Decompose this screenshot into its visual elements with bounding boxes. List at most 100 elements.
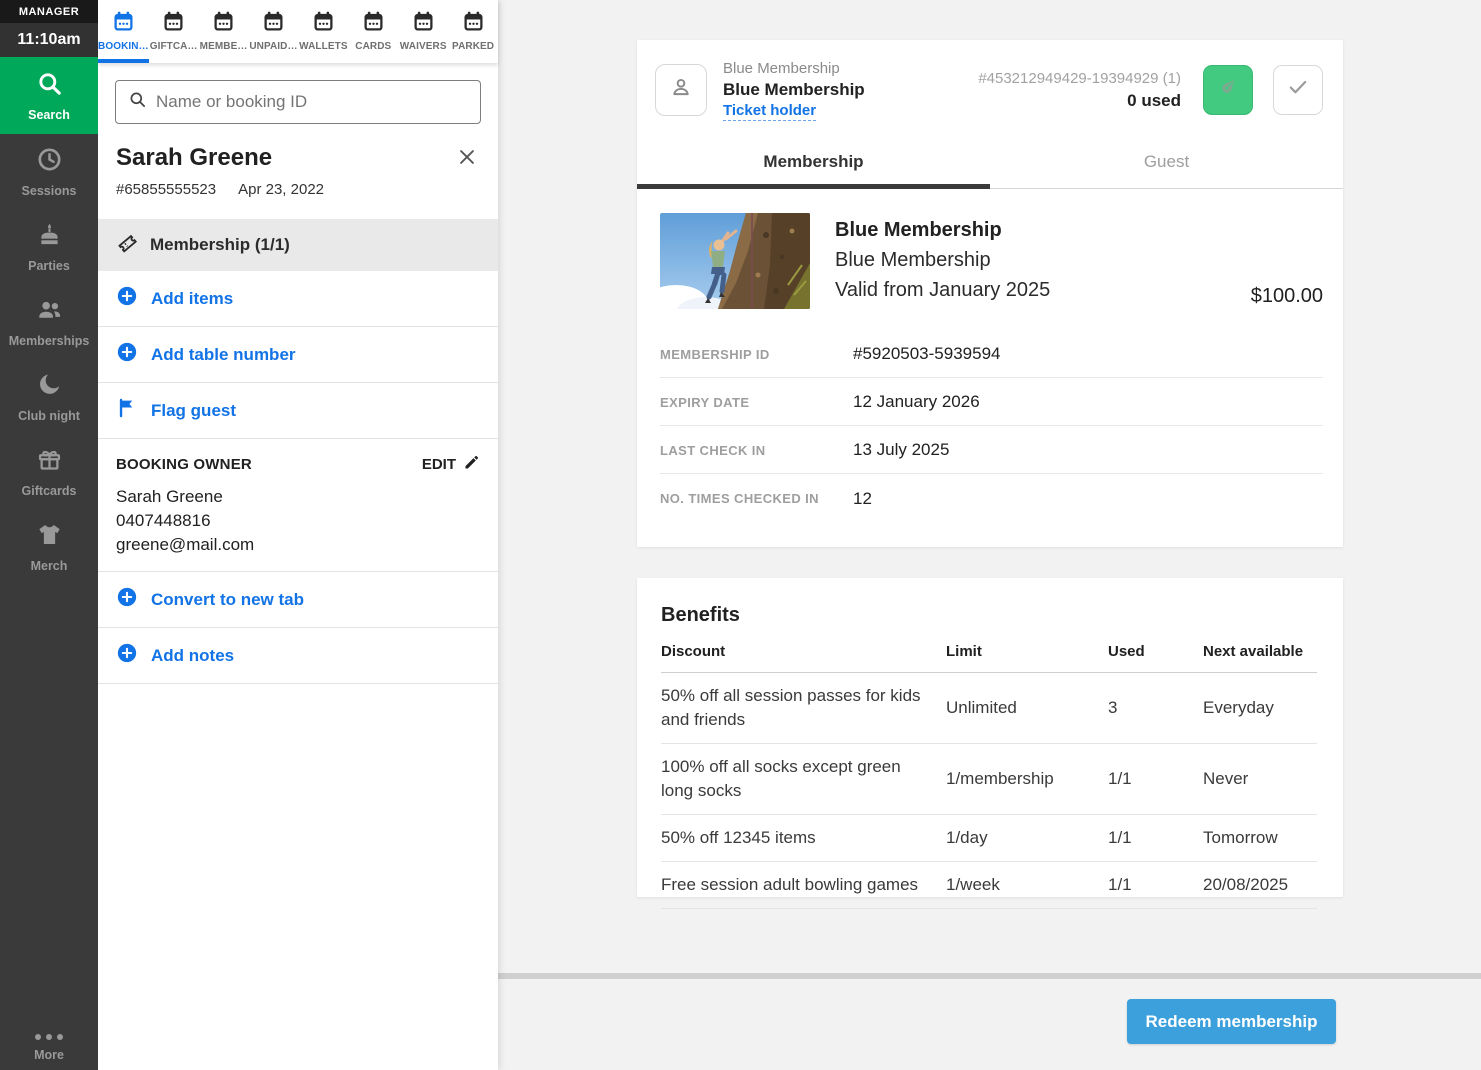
booking-owner-label: BOOKING OWNER — [116, 456, 252, 473]
owner-name: Sarah Greene — [116, 485, 480, 509]
calendar-icon — [463, 11, 484, 37]
calendar-icon — [163, 11, 184, 37]
close-icon[interactable] — [456, 146, 480, 170]
person-icon — [668, 74, 694, 105]
guest-search-field[interactable] — [115, 80, 481, 124]
membership-section-row[interactable]: Membership (1/1) — [98, 219, 498, 271]
convert-to-new-tab-button[interactable]: Convert to new tab — [98, 572, 498, 628]
plus-circle-icon — [116, 285, 138, 312]
tab-memberships[interactable]: MEMBE… — [199, 0, 249, 63]
check-in-button[interactable] — [1273, 65, 1323, 115]
clock-icon — [36, 146, 63, 178]
calendar-icon — [113, 11, 134, 37]
plus-circle-icon — [116, 341, 138, 368]
tab-bookings[interactable]: BOOKIN… — [98, 0, 149, 63]
sidebar: MANAGER 11:10am Search Sessions Parties … — [0, 0, 98, 1070]
sidebar-item-sessions[interactable]: Sessions — [0, 134, 98, 209]
people-icon — [36, 296, 63, 328]
tab-unpaid[interactable]: UNPAID… — [249, 0, 299, 63]
footer-divider — [498, 973, 1481, 979]
booking-date: Apr 23, 2022 — [238, 181, 324, 198]
sidebar-item-label: Merch — [31, 559, 68, 573]
calendar-icon — [313, 11, 334, 37]
sidebar-item-more[interactable]: More — [0, 1034, 98, 1062]
flag-guest-button[interactable]: Flag guest — [98, 383, 498, 439]
ticket-reference: #453212949429-19394929 (1) — [978, 68, 1181, 90]
calendar-icon — [363, 11, 384, 37]
check-icon — [1286, 75, 1310, 104]
detail-row: EXPIRY DATE 12 January 2026 — [660, 378, 1323, 426]
benefits-title: Benefits — [661, 604, 1317, 627]
more-dots-icon — [35, 1034, 63, 1040]
ticket-holder-button[interactable] — [655, 64, 707, 116]
add-notes-button[interactable]: Add notes — [98, 628, 498, 684]
membership-details: MEMBERSHIP ID #5920503-5939594 EXPIRY DA… — [660, 330, 1323, 522]
detail-tabs: Membership Guest — [637, 139, 1343, 189]
benefits-table: Discount Limit Used Next available 50% o… — [661, 643, 1317, 909]
benefits-card: Benefits Discount Limit Used Next availa… — [637, 578, 1343, 897]
flag-icon — [116, 397, 138, 424]
pen-nib-icon — [1216, 75, 1240, 104]
manager-badge: MANAGER — [0, 0, 98, 23]
clock-display: 11:10am — [0, 23, 98, 57]
pencil-icon — [463, 454, 480, 475]
tshirt-icon — [36, 521, 63, 553]
plus-circle-icon — [116, 586, 138, 613]
sidebar-item-label: Memberships — [9, 334, 90, 348]
ticket-card: Blue Membership Blue Membership Ticket h… — [637, 40, 1343, 547]
sidebar-item-parties[interactable]: Parties — [0, 209, 98, 284]
table-row: 100% off all socks except green long soc… — [661, 744, 1317, 815]
tab-membership[interactable]: Membership — [637, 139, 990, 189]
tab-wallets[interactable]: WALLETS — [298, 0, 348, 63]
sidebar-item-label: Parties — [28, 259, 70, 273]
moon-icon — [36, 371, 63, 403]
edit-owner-button[interactable]: EDIT — [422, 454, 480, 475]
owner-phone: 0407448816 — [116, 509, 480, 533]
membership-price: $100.00 — [1251, 285, 1323, 309]
membership-subtitle: Blue Membership — [835, 245, 1050, 275]
gift-icon — [36, 446, 63, 478]
sidebar-item-merch[interactable]: Merch — [0, 509, 98, 584]
membership-valid-from: Valid from January 2025 — [835, 275, 1050, 305]
cake-icon — [36, 221, 63, 253]
calendar-icon — [263, 11, 284, 37]
tab-parked[interactable]: PARKED — [448, 0, 498, 63]
table-row: 50% off all session passes for kids and … — [661, 673, 1317, 744]
sidebar-item-label: Search — [28, 108, 70, 122]
ticket-icon — [116, 232, 138, 259]
search-icon — [128, 90, 147, 114]
membership-title: Blue Membership — [835, 215, 1050, 245]
tab-guest[interactable]: Guest — [990, 139, 1343, 189]
tab-cards[interactable]: CARDS — [348, 0, 398, 63]
calendar-icon — [213, 11, 234, 37]
table-row: 50% off 12345 items 1/day 1/1 Tomorrow — [661, 815, 1317, 862]
redeem-membership-button[interactable]: Redeem membership — [1127, 999, 1336, 1044]
top-tabbar: BOOKIN… GIFTCA… MEMBE… UNPAID… WALLETS C… — [98, 0, 498, 63]
detail-row: LAST CHECK IN 13 July 2025 — [660, 426, 1323, 474]
tab-waivers[interactable]: WAIVERS — [398, 0, 448, 63]
add-table-number-button[interactable]: Add table number — [98, 327, 498, 383]
sidebar-item-club-night[interactable]: Club night — [0, 359, 98, 434]
membership-section-label: Membership (1/1) — [150, 235, 290, 255]
tab-giftcards[interactable]: GIFTCA… — [149, 0, 199, 63]
sidebar-item-label: Club night — [18, 409, 80, 423]
ticket-holder-link[interactable]: Ticket holder — [723, 101, 816, 121]
membership-photo — [660, 213, 810, 309]
search-input[interactable] — [156, 92, 468, 112]
ticket-name: Blue Membership — [723, 79, 865, 100]
detail-row: MEMBERSHIP ID #5920503-5939594 — [660, 330, 1323, 378]
calendar-icon — [413, 11, 434, 37]
sidebar-item-label: More — [34, 1048, 64, 1062]
owner-email: greene@mail.com — [116, 533, 480, 557]
sidebar-item-giftcards[interactable]: Giftcards — [0, 434, 98, 509]
benefits-header-row: Discount Limit Used Next available — [661, 643, 1317, 673]
booking-owner-section: BOOKING OWNER EDIT Sarah Greene 04074488… — [98, 439, 498, 572]
detail-area: Blue Membership Blue Membership Ticket h… — [498, 0, 1481, 1070]
detail-row: NO. TIMES CHECKED IN 12 — [660, 474, 1323, 522]
sign-button[interactable] — [1203, 65, 1253, 115]
sidebar-item-search[interactable]: Search — [0, 57, 98, 134]
sidebar-item-label: Sessions — [22, 184, 77, 198]
sidebar-item-memberships[interactable]: Memberships — [0, 284, 98, 359]
add-items-button[interactable]: Add items — [98, 271, 498, 327]
plus-circle-icon — [116, 642, 138, 669]
